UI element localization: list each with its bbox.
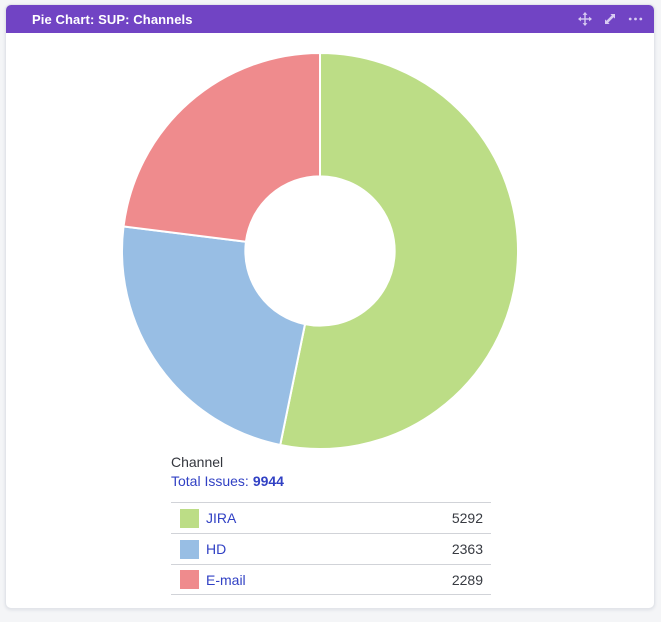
legend-table: JIRA 5292 HD 2363 E-mail 2289 [171, 502, 491, 595]
expand-icon[interactable] [602, 11, 618, 27]
pie-chart-gadget: Pie Chart: SUP: Channels [5, 4, 655, 609]
legend-label-jira[interactable]: JIRA [206, 510, 236, 526]
chart-total-value: 9944 [253, 473, 284, 489]
legend-swatch-jira [180, 509, 199, 528]
legend-label-hd[interactable]: HD [206, 541, 226, 557]
pie-chart [120, 51, 520, 451]
legend-swatch-email [180, 570, 199, 589]
more-icon[interactable] [627, 11, 643, 27]
pie-slice-e-mail[interactable] [124, 53, 320, 242]
chart-total: Total Issues:9944 [171, 472, 284, 491]
move-icon[interactable] [577, 11, 593, 27]
legend-row-hd: HD 2363 [171, 533, 491, 564]
chart-caption: Channel Total Issues:9944 [171, 453, 284, 491]
gadget-title: Pie Chart: SUP: Channels [6, 12, 193, 27]
chart-title: Channel [171, 453, 284, 472]
legend-value-jira: 5292 [452, 510, 491, 526]
legend-value-email: 2289 [452, 572, 491, 588]
gadget-header: Pie Chart: SUP: Channels [6, 5, 654, 33]
legend-row-jira: JIRA 5292 [171, 502, 491, 533]
legend-swatch-hd [180, 540, 199, 559]
pie-slice-hd[interactable] [122, 226, 305, 445]
legend-label-email[interactable]: E-mail [206, 572, 246, 588]
legend-row-email: E-mail 2289 [171, 564, 491, 595]
chart-total-label: Total Issues: [171, 473, 249, 489]
gadget-header-actions [577, 11, 654, 27]
legend-value-hd: 2363 [452, 541, 491, 557]
